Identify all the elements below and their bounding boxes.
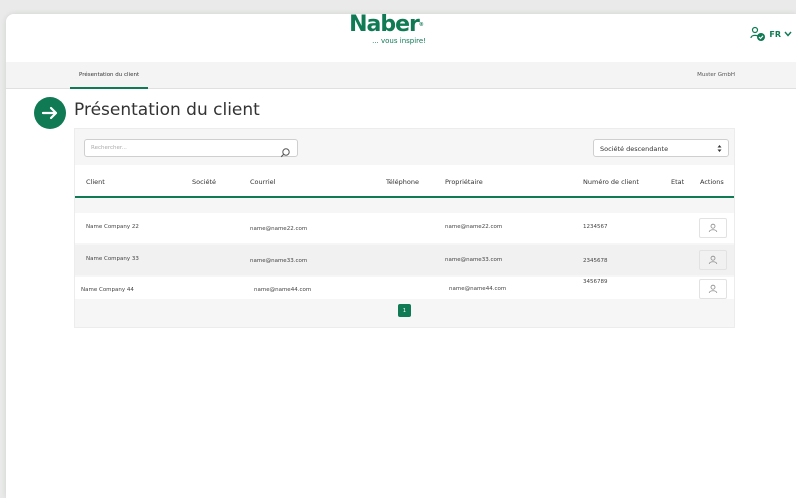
column-courriel[interactable]: Courriel — [250, 178, 275, 186]
cell-proprietaire[interactable]: name@name22.com — [445, 224, 502, 230]
user-menu[interactable]: FR — [750, 26, 792, 42]
view-client-button[interactable] — [699, 279, 727, 299]
cell-numero: 3456789 — [583, 279, 608, 285]
user-icon — [708, 255, 718, 265]
cell-courriel[interactable]: name@name44.com — [254, 287, 311, 293]
view-client-button[interactable] — [699, 250, 727, 270]
cell-numero: 1234567 — [583, 224, 608, 230]
logo-tagline: ... vous inspire! — [372, 37, 426, 45]
column-actions: Actions — [700, 178, 724, 186]
table-row[interactable]: Name Company 33 name@name33.com name@nam… — [75, 245, 734, 275]
page-title: Présentation du client — [74, 100, 260, 120]
table-header: Client Société Courriel Téléphone Propri… — [75, 165, 734, 198]
user-icon — [708, 284, 718, 294]
back-button[interactable] — [34, 97, 66, 129]
cell-numero: 2345678 — [583, 258, 608, 264]
column-telephone[interactable]: Téléphone — [386, 178, 419, 186]
cell-proprietaire[interactable]: name@name44.com — [449, 286, 506, 292]
table-row[interactable]: Name Company 22 name@name22.com name@nam… — [75, 213, 734, 243]
column-numero-client[interactable]: Numéro de client — [583, 178, 639, 186]
cell-client: Name Company 44 — [81, 287, 134, 293]
select-caret-icon — [717, 144, 722, 155]
arrow-right-icon — [41, 106, 58, 120]
company-name: Muster GmbH — [697, 72, 735, 78]
tab-bar: Présentation du client Muster GmbH — [6, 62, 796, 89]
cell-courriel[interactable]: name@name22.com — [250, 226, 307, 232]
column-proprietaire[interactable]: Propriétaire — [445, 178, 483, 186]
cell-proprietaire[interactable]: name@name33.com — [445, 257, 502, 263]
cell-client: Name Company 22 — [86, 224, 139, 230]
app-window: Naber® ... vous inspire! FR Présentation… — [6, 14, 796, 498]
user-icon — [708, 223, 718, 233]
tab-client-overview[interactable]: Présentation du client — [70, 62, 149, 89]
user-check-icon — [750, 26, 766, 42]
search-icon[interactable] — [280, 143, 291, 158]
language-label: FR — [769, 29, 781, 39]
company-sort-select[interactable]: Société descendante — [593, 139, 729, 157]
logo[interactable]: Naber® ... vous inspire! — [336, 14, 436, 50]
column-client[interactable]: Client — [86, 178, 105, 186]
search-placeholder: Rechercher... — [91, 145, 127, 151]
column-societe[interactable]: Société — [192, 178, 216, 186]
chevron-down-icon — [784, 30, 792, 39]
column-etat[interactable]: Etat — [671, 178, 684, 186]
table-row[interactable]: Name Company 44 name@name44.com name@nam… — [75, 277, 734, 299]
select-value: Société descendante — [600, 145, 669, 153]
logo-registered: ® — [418, 22, 424, 28]
logo-text: Naber — [349, 14, 420, 37]
client-table-panel: Rechercher... Société descendante Client… — [74, 128, 735, 328]
header: Naber® ... vous inspire! FR — [6, 14, 796, 62]
view-client-button[interactable] — [699, 218, 727, 238]
cell-courriel[interactable]: name@name33.com — [250, 258, 307, 264]
pagination-page[interactable]: 1 — [398, 304, 411, 317]
cell-client: Name Company 33 — [86, 256, 139, 262]
search-input[interactable]: Rechercher... — [84, 139, 298, 158]
